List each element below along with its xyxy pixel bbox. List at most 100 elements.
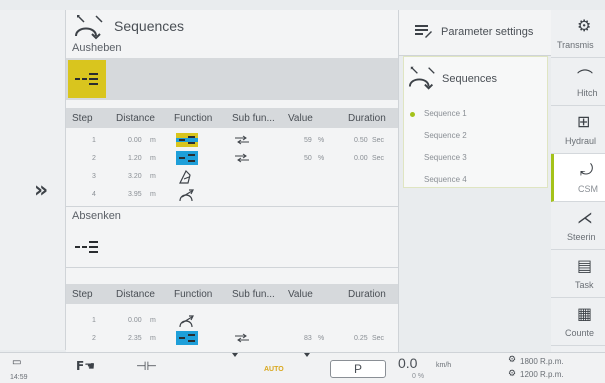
speed-readout: 0.0 [398, 355, 418, 371]
row-duration-unit: Sec [372, 155, 385, 162]
row-step: 1 [92, 137, 96, 144]
col-value: Value [288, 113, 313, 124]
row-step: 4 [92, 191, 96, 198]
battery-icon: ▭ [12, 357, 22, 368]
table-row[interactable]: 2 1.20 m 50 % 0.00 Sec [66, 150, 398, 168]
speed-unit: km/h [436, 362, 452, 369]
sequence-item-1[interactable]: Sequence 1 [424, 109, 467, 118]
section-divider [66, 206, 398, 207]
sequence-list: Sequences Sequence 1 Sequence 2 Sequence… [403, 56, 548, 188]
row-distance-unit: m [150, 335, 156, 342]
section-raise-label: Ausheben [66, 42, 398, 58]
steering-icon: ⋌ [577, 208, 593, 227]
csm-function-icon [179, 315, 194, 328]
nav-task[interactable]: ▤ Task [551, 250, 605, 298]
nav-label: Steerin [567, 232, 596, 242]
nav-label: Task [575, 280, 594, 290]
table-row[interactable]: 4 3.95 m [66, 186, 398, 204]
table-row[interactable]: 2 2.35 m 83 % 0.25 Sec [66, 330, 398, 348]
transmission-icon: ⚙ [577, 16, 592, 35]
row-duration: 0.00 [354, 155, 368, 162]
csm-function-icon [179, 189, 194, 202]
sequence-list-title: Sequences [442, 73, 498, 85]
hitch-function-icon [176, 133, 198, 147]
sequence-icon [408, 66, 435, 90]
row-step: 1 [92, 317, 96, 324]
rpm-gear-icon: ⚙ [508, 369, 517, 379]
col-duration: Duration [348, 113, 386, 124]
pto-icon [179, 169, 191, 184]
col-function: Function [174, 289, 213, 300]
editor-header: Sequences [66, 10, 398, 42]
nav-label: Transmis [557, 40, 594, 50]
function-hand-icon[interactable]: F☚ [76, 359, 95, 373]
auto-mode-badge[interactable]: AUTO [264, 366, 284, 373]
table-row[interactable]: 1 0.00 m 59 % 0.50 Sec [66, 132, 398, 150]
parameter-settings-label: Parameter settings [441, 26, 534, 38]
sequence-icon [75, 15, 103, 40]
col-step: Step [72, 289, 93, 300]
row-distance: 0.00 [128, 317, 142, 324]
raise-hitch-button[interactable] [68, 60, 106, 98]
parameter-settings-button[interactable]: Parameter settings [399, 10, 552, 56]
expand-caret-icon[interactable] [304, 353, 310, 357]
nav-counter[interactable]: ▦ Counte [551, 298, 605, 346]
nav-steering[interactable]: ⋌ Steerin [551, 202, 605, 250]
axle-icon[interactable]: ⊣⊢ [136, 359, 157, 373]
park-indicator[interactable]: P [330, 360, 386, 378]
row-duration: 0.50 [354, 137, 368, 144]
section-lower-label: Absenken [66, 210, 398, 226]
hitch-raise-icon [75, 73, 98, 85]
nav-transmission[interactable]: ⚙ Transmis [551, 10, 605, 58]
lower-table-header: Step Distance Function Sub fun... Value … [66, 284, 398, 304]
raise-function-band [66, 58, 398, 100]
table-row[interactable]: 3 3.20 m [66, 168, 398, 186]
row-duration-unit: Sec [372, 335, 385, 342]
row-distance-unit: m [150, 317, 156, 324]
row-distance-unit: m [150, 137, 156, 144]
nav-hydraulic[interactable]: ⊞ Hydraul [551, 106, 605, 154]
hitch-icon: ⌒ [577, 68, 594, 87]
row-duration-unit: Sec [372, 137, 385, 144]
col-step: Step [72, 113, 93, 124]
engine-rpm: 1800 R.p.m. [520, 357, 564, 366]
hitch-function-icon [176, 331, 198, 345]
row-duration: 0.25 [354, 335, 368, 342]
col-distance: Distance [116, 289, 155, 300]
row-distance: 1.20 [128, 155, 142, 162]
row-step: 2 [92, 335, 96, 342]
expand-panel-button[interactable]: » [34, 178, 48, 203]
row-value: 59 [304, 137, 312, 144]
slip-readout: 0 % [412, 373, 425, 380]
row-distance-unit: m [150, 191, 156, 198]
sequence-item-2[interactable]: Sequence 2 [424, 131, 467, 140]
sequence-item-4[interactable]: Sequence 4 [424, 175, 467, 184]
nav-hitch[interactable]: ⌒ Hitch [551, 58, 605, 106]
row-distance-unit: m [150, 173, 156, 180]
col-subfunction: Sub fun... [232, 289, 275, 300]
clock: 14:59 [10, 374, 28, 381]
pto-rpm: 1200 R.p.m. [520, 370, 564, 379]
active-indicator [410, 112, 415, 117]
table-row[interactable]: 1 0.00 m [66, 312, 398, 330]
nav-label: Hitch [577, 88, 598, 98]
hitch-lower-icon [75, 241, 98, 253]
nav-csm[interactable]: ⤾ CSM [551, 154, 605, 202]
nav-label: CSM [578, 184, 598, 194]
col-duration: Duration [348, 289, 386, 300]
expand-caret-icon[interactable] [232, 353, 238, 357]
task-icon: ▤ [577, 256, 593, 275]
lower-function-band [66, 226, 398, 268]
nav-label: Hydraul [565, 136, 597, 146]
row-value: 50 [304, 155, 312, 162]
screen: » Sequences Ausheben Step Distance Funct… [0, 0, 605, 383]
lower-hitch-button[interactable] [68, 228, 106, 266]
arrows-icon [235, 135, 249, 145]
row-distance: 2.35 [128, 335, 142, 342]
nav-label: Counte [565, 328, 595, 338]
sequence-editor: Sequences Ausheben Step Distance Functio… [66, 10, 398, 352]
col-subfunction: Sub fun... [232, 113, 275, 124]
sequence-item-3[interactable]: Sequence 3 [424, 153, 467, 162]
col-function: Function [174, 113, 213, 124]
arrows-icon [235, 153, 249, 163]
